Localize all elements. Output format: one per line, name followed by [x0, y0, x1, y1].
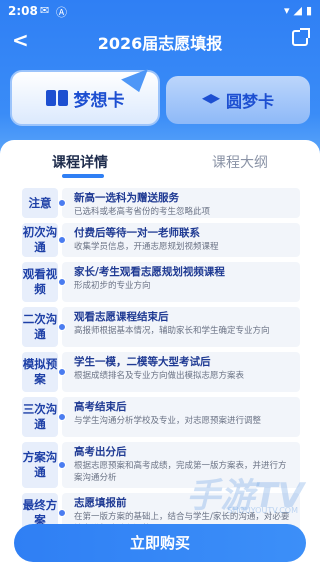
tab-dream-card[interactable]: 梦想卡 — [10, 59, 160, 126]
nav-bar: < 2026届志愿填报 — [0, 26, 320, 56]
step-box: 学生一模，二模等大型考试后 根据成绩排名及专业方向做出模拟志愿方案表 — [62, 352, 300, 392]
active-tab-indicator — [62, 174, 104, 178]
graduation-cap-icon — [201, 94, 220, 104]
step-title: 学生一模，二模等大型考试后 — [74, 356, 211, 368]
step-desc: 根据成绩排名及专业方向做出模拟志愿方案表 — [74, 371, 245, 381]
status-right: ▾ ◢ ▮ — [284, 4, 312, 17]
step-box: 付费后等待一对一老师联系 收集学员信息，开通志愿规划视频课程 — [62, 223, 300, 257]
step-box: 观看志愿课程结束后 高报师根据基本情况，辅助家长和学生确定专业方向 — [62, 307, 300, 347]
list-item: 注意 新高一选科为赠送服务 已选科或老高考省份的考生忽略此项 — [22, 188, 300, 218]
list-item: 观看视频 家长/考生观看志愿规划视频课程 形成初步的专业方向 — [22, 262, 300, 302]
page-title: 2026届志愿填报 — [97, 34, 223, 53]
dot-icon — [58, 236, 66, 244]
step-desc: 收集学员信息，开通志愿规划视频课程 — [74, 242, 219, 252]
tab-dream-label: 梦想卡 — [73, 90, 125, 111]
step-tag: 方案沟通 — [22, 442, 58, 488]
step-tag: 三次沟通 — [22, 397, 58, 437]
step-tag: 初次沟通 — [22, 223, 58, 257]
status-bar: 2:08 ✉ Ⓐ ▾ ◢ ▮ — [0, 0, 320, 22]
step-title: 新高一选科为赠送服务 — [74, 192, 179, 204]
mail-icon: ✉ — [40, 4, 50, 17]
watermark-sub: SHOUYOUTV.COM — [227, 506, 298, 515]
step-title: 家长/考生观看志愿规划视频课程 — [74, 266, 225, 278]
dot-icon — [58, 278, 66, 286]
list-item: 三次沟通 高考结束后 与学生沟通分析学校及专业，对志愿预案进行调整 — [22, 397, 300, 437]
step-title: 付费后等待一对一老师联系 — [74, 227, 200, 239]
dot-icon — [58, 368, 66, 376]
dot-icon — [58, 509, 66, 517]
step-box: 新高一选科为赠送服务 已选科或老高考省份的考生忽略此项 — [62, 188, 300, 218]
battery-icon: ▮ — [305, 4, 312, 17]
step-desc: 已选科或老高考省份的考生忽略此项 — [74, 207, 211, 217]
step-desc: 高报师根据基本情况，辅助家长和学生确定专业方向 — [74, 326, 270, 336]
list-item: 二次沟通 观看志愿课程结束后 高报师根据基本情况，辅助家长和学生确定专业方向 — [22, 307, 300, 347]
list-item: 模拟预案 学生一模，二模等大型考试后 根据成绩排名及专业方向做出模拟志愿方案表 — [22, 352, 300, 392]
buy-now-button[interactable]: 立即购买 — [14, 524, 306, 562]
book-icon — [45, 90, 68, 106]
tab-course-outline[interactable]: 课程大纲 — [212, 152, 268, 172]
step-box: 高考结束后 与学生沟通分析学校及专业，对志愿预案进行调整 — [62, 397, 300, 437]
step-desc: 与学生沟通分析学校及专业，对志愿预案进行调整 — [74, 416, 262, 426]
tab-round-label: 圆梦卡 — [225, 92, 274, 111]
step-title: 高考出分后 — [74, 446, 127, 458]
step-desc: 形成初步的专业方向 — [74, 281, 151, 291]
dot-icon — [58, 323, 66, 331]
step-tag: 注意 — [22, 188, 58, 218]
step-box: 家长/考生观看志愿规划视频课程 形成初步的专业方向 — [62, 262, 300, 302]
sub-tabs: 课程详情 课程大纲 — [0, 140, 320, 180]
dot-icon — [58, 413, 66, 421]
tab-course-details[interactable]: 课程详情 — [52, 152, 108, 172]
card-tabs: 梦想卡 圆梦卡 — [10, 59, 310, 126]
tab-round-card[interactable]: 圆梦卡 — [166, 76, 310, 124]
step-title: 高考结束后 — [74, 401, 127, 413]
signal-icon: ◢ — [293, 4, 302, 17]
step-title: 观看志愿课程结束后 — [74, 311, 169, 323]
status-time: 2:08 — [8, 4, 38, 18]
step-tag: 二次沟通 — [22, 307, 58, 347]
dot-icon — [58, 199, 66, 207]
wifi-icon: ▾ — [283, 4, 290, 17]
share-icon[interactable] — [292, 28, 310, 46]
step-tag: 观看视频 — [22, 262, 58, 302]
a-icon: Ⓐ — [56, 6, 67, 19]
step-tag: 模拟预案 — [22, 352, 58, 392]
list-item: 初次沟通 付费后等待一对一老师联系 收集学员信息，开通志愿规划视频课程 — [22, 223, 300, 257]
dot-icon — [58, 461, 66, 469]
